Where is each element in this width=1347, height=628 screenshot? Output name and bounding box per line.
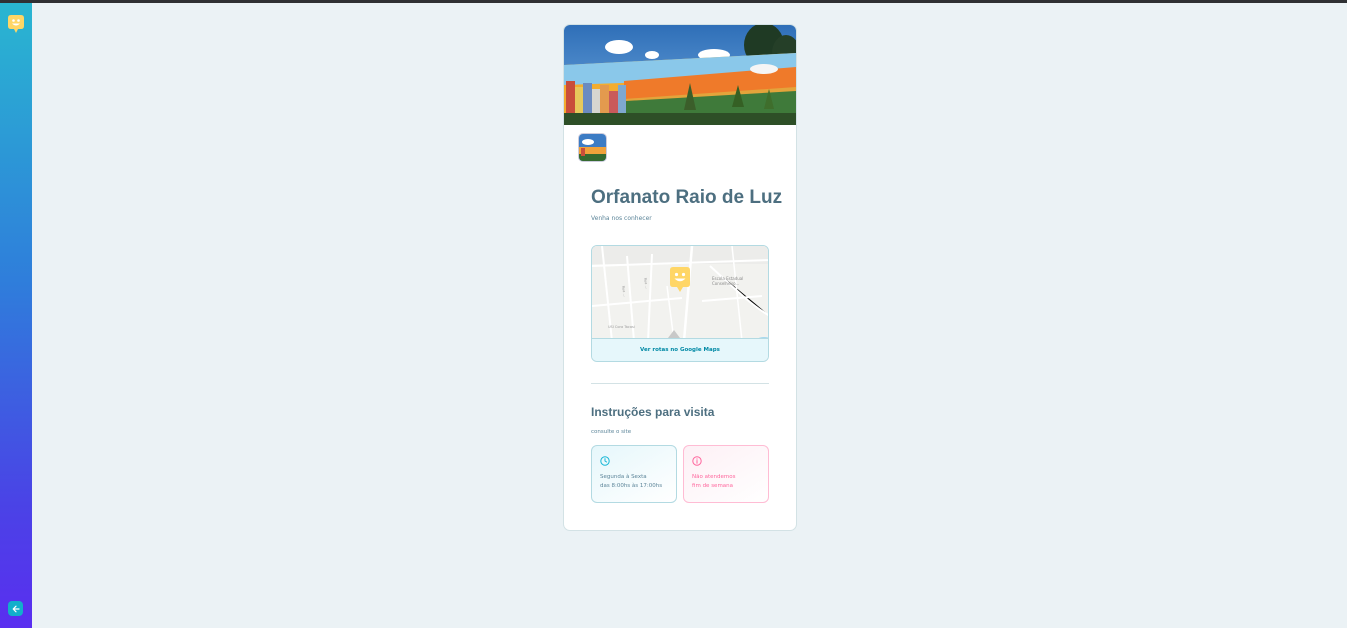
orphanage-thumbnail[interactable] <box>578 133 607 162</box>
opening-hours-time: das 8:00hs às 17:00hs <box>600 483 663 489</box>
opening-hours-box: Segunda à Sexta das 8:00hs às 17:00hs <box>591 445 677 503</box>
weekend-notice-box: Não atendemos fim de semana <box>683 445 769 503</box>
happy-pin-logo-icon[interactable] <box>8 15 24 33</box>
thumbnail-image <box>579 134 606 161</box>
google-maps-routes-link[interactable]: Ver rotas no Google Maps <box>592 338 768 361</box>
orphanage-banner-image <box>564 25 796 125</box>
back-button[interactable] <box>8 601 23 616</box>
map-container[interactable]: Escola Estadual Conselheiro... Rua ... R… <box>591 245 769 362</box>
clock-icon <box>600 456 610 466</box>
sidebar <box>0 3 32 628</box>
orphanage-details-card: Orfanato Raio de Luz Venha nos conhecer … <box>563 24 797 531</box>
section-divider <box>591 383 769 384</box>
map-label: Conselheiro... <box>712 281 739 286</box>
instructions-text: consulte o site <box>591 429 632 435</box>
weekend-notice-line2: fim de semana <box>692 483 734 489</box>
window-top-bar <box>0 0 1347 3</box>
orphanage-name: Orfanato Raio de Luz <box>591 187 783 208</box>
map-image: Escola Estadual Conselheiro... Rua ... R… <box>592 246 768 342</box>
opening-hours-days: Segunda à Sexta <box>600 474 647 480</box>
instructions-title: Instruções para visita <box>591 405 715 419</box>
weekend-notice-line1: Não atendemos <box>692 474 736 480</box>
info-icon <box>692 456 702 466</box>
orphanage-about: Venha nos conhecer <box>591 215 652 222</box>
map-label: USI Cora Tacasi <box>608 325 635 329</box>
arrow-left-icon <box>12 605 20 612</box>
